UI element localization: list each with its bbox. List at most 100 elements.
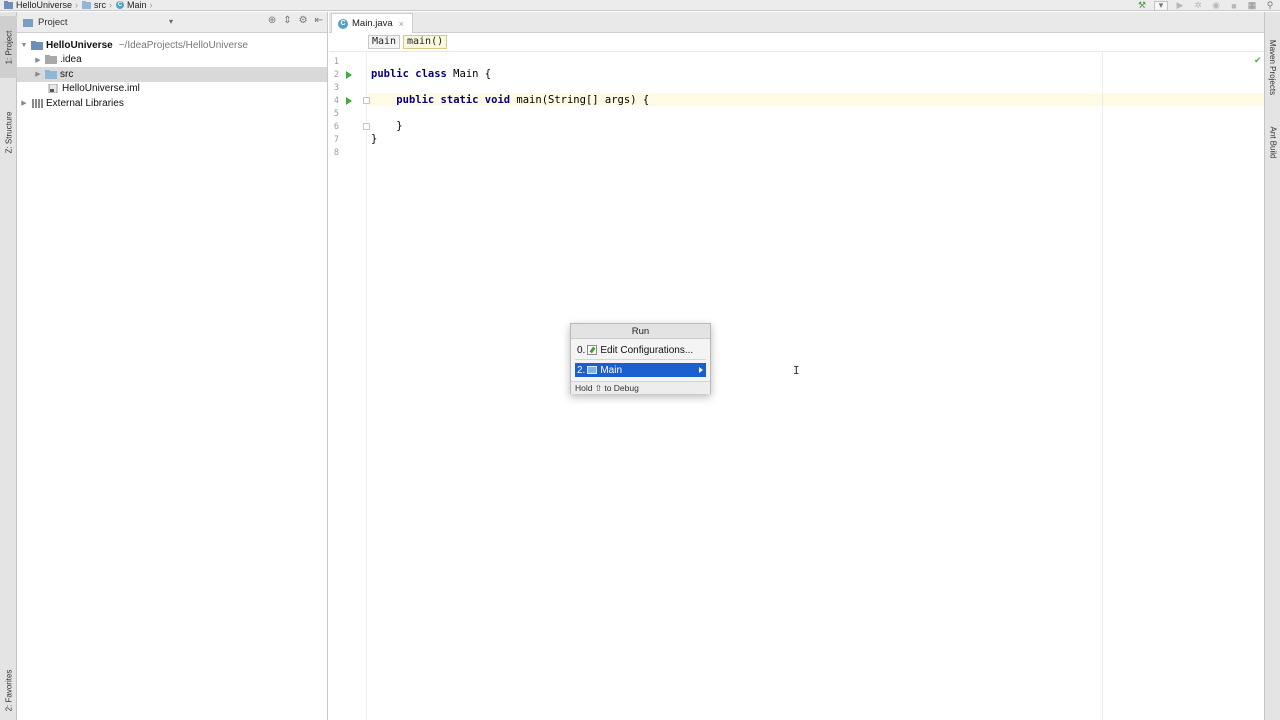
popup-item-label: Main: [600, 364, 623, 376]
tool-tab-maven-label: Maven Projects: [1268, 39, 1278, 95]
check-icon: ✔: [1254, 55, 1262, 65]
right-margin-guide: [1102, 53, 1103, 720]
folder-icon: [45, 55, 57, 65]
breadcrumb-project[interactable]: HelloUniverse ›: [0, 0, 78, 11]
class-icon: C: [338, 18, 348, 29]
tool-tab-structure[interactable]: Z: Structure: [0, 100, 17, 164]
editor-crumb-class[interactable]: Main: [368, 35, 401, 49]
tool-tab-project[interactable]: 1: Project: [0, 16, 17, 78]
module-file-icon: [48, 84, 58, 94]
code-line: }: [371, 120, 403, 132]
tool-tab-ant[interactable]: Ant Build: [1265, 118, 1280, 166]
fold-icon[interactable]: [363, 97, 370, 104]
editor-breadcrumb: Main main(): [329, 33, 1264, 52]
breadcrumb-main[interactable]: C Main ›: [112, 0, 153, 11]
run-gutter-icon[interactable]: [346, 71, 352, 79]
popup-title: Run: [571, 324, 710, 339]
tree-item-idea[interactable]: ▶ .idea: [17, 53, 327, 68]
tree-item-label: src: [60, 68, 74, 80]
tree-item-label: External Libraries: [46, 97, 124, 109]
tree-item-label: HelloUniverse.iml: [62, 83, 140, 95]
tree-item-src[interactable]: ▶ src: [17, 67, 327, 82]
tree-item-label: HelloUniverse: [46, 39, 113, 51]
popup-item-main[interactable]: 2. Main: [575, 363, 706, 377]
code-line: public class Main {: [371, 68, 492, 80]
left-tool-stripe: 1: Project Z: Structure 2: Favorites: [0, 12, 17, 720]
project-structure-icon[interactable]: ▦: [1246, 0, 1258, 11]
right-tool-stripe: Maven Projects Ant Build: [1264, 12, 1280, 720]
fold-icon[interactable]: [363, 123, 370, 130]
collapsed-triangle-icon[interactable]: ▶: [33, 56, 43, 64]
folder-icon: [82, 1, 92, 9]
tool-tab-favorites-label: 2: Favorites: [4, 669, 14, 711]
breadcrumb-project-label: HelloUniverse: [16, 0, 73, 10]
line-number: 7: [333, 135, 339, 145]
collapsed-triangle-icon[interactable]: ▶: [33, 70, 43, 78]
build-icon[interactable]: ⚒: [1136, 0, 1148, 11]
editor-tab-main-java[interactable]: C Main.java ×: [331, 13, 413, 33]
project-icon: [23, 18, 33, 27]
popup-hint: Hold ⇧ to Debug: [571, 381, 710, 394]
editor-tab-bar: C Main.java ×: [329, 12, 1264, 33]
line-number: 6: [333, 122, 339, 132]
run-popup: Run 0. Edit Configurations... 2. Main Ho…: [570, 323, 711, 394]
tree-item-path: ~/IdeaProjects/HelloUniverse: [118, 39, 248, 51]
popup-item-label: Edit Configurations...: [600, 344, 694, 356]
navigation-bar: HelloUniverse › src › C Main › ⚒ ▾ ▶ ✲ ◉…: [0, 0, 1280, 11]
breadcrumb-main-label: Main: [127, 0, 147, 10]
chevron-right-icon: ›: [149, 0, 153, 10]
hide-panel-icon[interactable]: ⇤: [315, 15, 323, 26]
editor-crumb-method[interactable]: main(): [403, 35, 448, 49]
code-line: public static void main(String[] args) {: [396, 94, 650, 106]
expanded-triangle-icon[interactable]: ▼: [19, 42, 29, 49]
toolbar-actions: ⚒ ▾ ▶ ✲ ◉ ■ ▦ ⚲: [1136, 0, 1280, 11]
breadcrumb-src-label: src: [94, 0, 107, 10]
popup-item-number: 0.: [577, 344, 586, 356]
run-icon[interactable]: ▶: [1174, 0, 1186, 11]
submenu-arrow-icon: [699, 367, 703, 373]
code-line: }: [371, 133, 378, 145]
project-icon: [4, 1, 13, 9]
run-gutter-icon[interactable]: [346, 97, 352, 105]
tool-tab-favorites[interactable]: 2: Favorites: [0, 660, 17, 720]
tool-tab-structure-label: Z: Structure: [4, 111, 14, 153]
coverage-icon[interactable]: ◉: [1210, 0, 1222, 11]
application-icon: [587, 366, 598, 374]
search-icon[interactable]: ⚲: [1264, 0, 1276, 11]
project-panel: Project ▾ ⊕ ⇕ ⚙ ⇤ ▼ HelloUniverse ~/Idea…: [17, 12, 328, 720]
line-number: 2: [333, 70, 339, 80]
tool-tab-maven[interactable]: Maven Projects: [1265, 34, 1280, 100]
library-icon: [32, 98, 43, 108]
tree-item-external-libraries[interactable]: ▶ External Libraries: [17, 96, 327, 111]
project-panel-title[interactable]: Project: [38, 17, 68, 28]
project-panel-header: Project ▾ ⊕ ⇕ ⚙ ⇤: [17, 12, 327, 33]
gear-icon[interactable]: ⚙: [299, 15, 308, 26]
popup-item-edit-configurations[interactable]: 0. Edit Configurations...: [575, 343, 706, 357]
line-number: 1: [333, 57, 339, 67]
editor-gutter: 1 2 3 4 5 6 7 8: [329, 53, 370, 720]
locate-icon[interactable]: ⊕: [268, 15, 276, 26]
breadcrumb-src[interactable]: src ›: [78, 0, 112, 11]
chevron-down-icon[interactable]: ▾: [169, 17, 173, 26]
stop-icon[interactable]: ■: [1228, 1, 1240, 11]
collapsed-triangle-icon[interactable]: ▶: [19, 99, 29, 107]
popup-item-number: 2.: [577, 364, 586, 376]
tree-item-project-root[interactable]: ▼ HelloUniverse ~/IdeaProjects/HelloUniv…: [17, 38, 327, 53]
class-icon: C: [116, 1, 125, 9]
tree-item-label: .idea: [60, 54, 82, 66]
line-number: 3: [333, 83, 339, 93]
edit-config-icon: [587, 345, 598, 355]
debug-icon[interactable]: ✲: [1192, 0, 1204, 11]
line-number: 5: [333, 109, 339, 119]
tool-tab-project-label: 1: Project: [4, 30, 14, 64]
line-number: 4: [333, 96, 339, 106]
close-icon[interactable]: ×: [399, 19, 404, 29]
collapse-all-icon[interactable]: ⇕: [283, 15, 291, 26]
run-config-dropdown[interactable]: ▾: [1154, 0, 1168, 11]
popup-divider: [575, 359, 706, 360]
line-number: 8: [333, 148, 339, 158]
project-panel-tools: ⊕ ⇕ ⚙ ⇤: [268, 15, 323, 26]
tool-tab-ant-label: Ant Build: [1268, 125, 1278, 159]
source-folder-icon: [45, 69, 57, 79]
tree-item-iml[interactable]: HelloUniverse.iml: [17, 82, 327, 97]
